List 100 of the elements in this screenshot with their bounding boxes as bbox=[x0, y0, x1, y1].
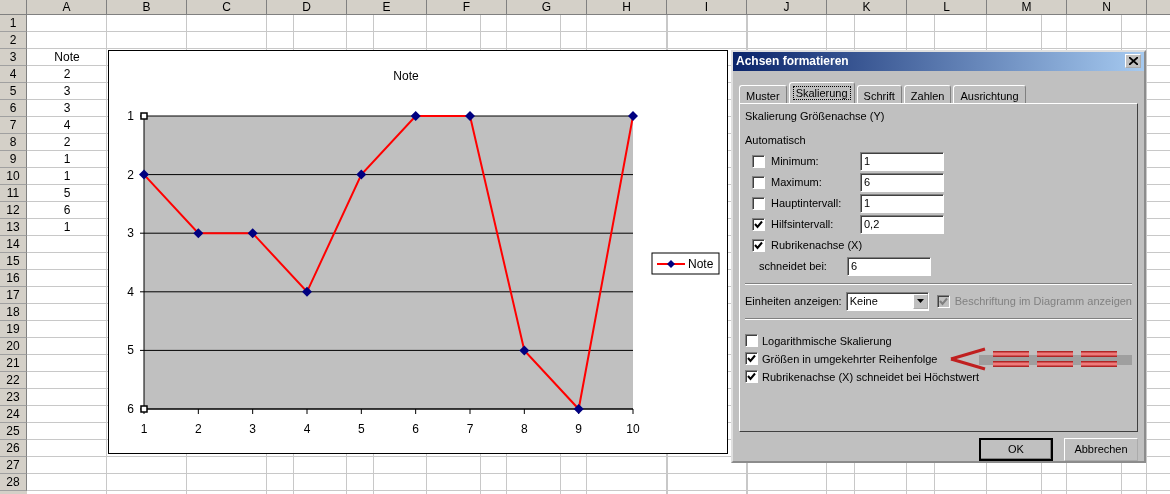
axis-label: 3 bbox=[249, 422, 256, 436]
ok-button[interactable]: OK bbox=[979, 438, 1053, 461]
row-header[interactable]: 10 bbox=[0, 168, 27, 185]
row-header[interactable]: 17 bbox=[0, 287, 27, 304]
row-header[interactable]: 21 bbox=[0, 355, 27, 372]
axis-label: 2 bbox=[195, 422, 202, 436]
cancel-button[interactable]: Abbrechen bbox=[1064, 438, 1138, 461]
row-header[interactable]: 6 bbox=[0, 100, 27, 117]
data-point bbox=[139, 169, 149, 180]
legend-key-icon bbox=[656, 260, 686, 268]
column-header[interactable]: F bbox=[427, 0, 507, 15]
row-header[interactable]: 28 bbox=[0, 474, 27, 491]
input-field[interactable]: 0,2 bbox=[860, 214, 944, 234]
checkbox[interactable] bbox=[745, 352, 758, 366]
column-header[interactable]: D bbox=[267, 0, 347, 15]
column-header[interactable]: J bbox=[747, 0, 827, 15]
tab[interactable]: Skalierung bbox=[788, 81, 855, 103]
tab[interactable]: Zahlen bbox=[903, 84, 952, 103]
row-header[interactable]: 4 bbox=[0, 66, 27, 83]
units-dropdown[interactable]: Keine bbox=[845, 291, 929, 311]
checkbox[interactable] bbox=[752, 217, 765, 231]
row-header[interactable]: 23 bbox=[0, 389, 27, 406]
table-cell-text: 1 bbox=[62, 168, 72, 185]
row-header[interactable]: 3 bbox=[0, 49, 27, 66]
row-header[interactable]: 25 bbox=[0, 423, 27, 440]
column-header[interactable]: C bbox=[187, 0, 267, 15]
tab[interactable]: Muster bbox=[739, 84, 787, 103]
row-header[interactable]: 27 bbox=[0, 457, 27, 474]
row-header[interactable]: 16 bbox=[0, 270, 27, 287]
column-header[interactable]: A bbox=[27, 0, 107, 15]
field-label: Rubrikenachse (X) bbox=[771, 238, 863, 254]
data-point bbox=[465, 111, 475, 121]
tab[interactable]: Schrift bbox=[856, 84, 902, 103]
select-all-corner[interactable] bbox=[0, 0, 27, 15]
axis-label: 4 bbox=[127, 284, 134, 299]
checkbox[interactable] bbox=[752, 175, 765, 189]
input-field[interactable]: 1 bbox=[860, 193, 944, 213]
axis-label: 1 bbox=[127, 109, 134, 123]
row-header[interactable]: 19 bbox=[0, 321, 27, 338]
data-point bbox=[356, 169, 367, 180]
close-button[interactable] bbox=[1125, 54, 1141, 69]
column-header[interactable]: M bbox=[987, 0, 1067, 15]
selection-handle[interactable] bbox=[140, 112, 148, 120]
row-header[interactable]: 5 bbox=[0, 83, 27, 100]
axis-label: 6 bbox=[127, 402, 134, 416]
checkbox[interactable] bbox=[752, 196, 765, 210]
legend-box[interactable] bbox=[651, 252, 720, 275]
table-cell-text: 1 bbox=[62, 151, 72, 168]
row-header[interactable]: 15 bbox=[0, 253, 27, 270]
column-header[interactable]: I bbox=[667, 0, 747, 15]
checkbox[interactable] bbox=[745, 370, 758, 384]
table-cell-text: 2 bbox=[62, 66, 72, 83]
row-header[interactable]: 1 bbox=[0, 15, 27, 32]
input-field[interactable]: 6 bbox=[847, 256, 931, 276]
selection-handle[interactable] bbox=[140, 405, 148, 413]
row-header[interactable]: 14 bbox=[0, 236, 27, 253]
row-header[interactable]: 26 bbox=[0, 440, 27, 457]
data-point bbox=[410, 111, 421, 121]
column-header[interactable]: K bbox=[827, 0, 907, 15]
axis-label: 9 bbox=[575, 422, 582, 436]
row-header[interactable]: 13 bbox=[0, 219, 27, 236]
data-point bbox=[302, 286, 312, 297]
input-field[interactable]: 6 bbox=[860, 172, 944, 192]
x-axis[interactable] bbox=[143, 408, 634, 415]
axis-label: 2 bbox=[127, 167, 134, 182]
axis-label: 8 bbox=[521, 422, 528, 436]
checkbox-label: Logarithmische Skalierung bbox=[762, 333, 892, 349]
row-header[interactable]: 8 bbox=[0, 134, 27, 151]
data-point bbox=[247, 228, 258, 239]
column-header[interactable]: G bbox=[507, 0, 587, 15]
chart-area[interactable]: Note 1 2 3 4 5 6 1 2 3 4 5 6 7 8 9 10 Note bbox=[108, 50, 728, 454]
input-field[interactable]: 1 bbox=[860, 151, 944, 171]
legend-label: Note bbox=[688, 257, 714, 271]
axis-label: 7 bbox=[466, 422, 474, 436]
checkbox[interactable] bbox=[752, 154, 765, 168]
header-strip bbox=[1147, 0, 1170, 15]
column-header[interactable]: N bbox=[1067, 0, 1147, 15]
table-cell-text: 5 bbox=[62, 185, 72, 202]
column-header[interactable]: H bbox=[587, 0, 667, 15]
checkbox-label: Rubrikenachse (X) schneidet bei Höchstwert bbox=[762, 369, 980, 385]
row-header[interactable]: 12 bbox=[0, 202, 27, 219]
row-header[interactable]: 24 bbox=[0, 406, 27, 423]
row-header[interactable]: 2 bbox=[0, 32, 27, 49]
row-header[interactable]: 9 bbox=[0, 151, 27, 168]
column-header[interactable]: E bbox=[347, 0, 427, 15]
row-header[interactable]: 11 bbox=[0, 185, 27, 202]
checkbox[interactable] bbox=[752, 238, 765, 252]
column-header[interactable]: L bbox=[907, 0, 987, 15]
row-header[interactable]: 22 bbox=[0, 372, 27, 389]
row-header[interactable]: 20 bbox=[0, 338, 27, 355]
axis-label: 5 bbox=[127, 343, 134, 358]
row-header[interactable]: 7 bbox=[0, 117, 27, 134]
table-cell-text: 2 bbox=[62, 134, 72, 151]
tab[interactable]: Ausrichtung bbox=[953, 84, 1026, 103]
field-label: Maximum: bbox=[771, 175, 823, 191]
checkbox[interactable] bbox=[745, 334, 758, 348]
chart-title: Note bbox=[393, 69, 419, 83]
data-point bbox=[519, 345, 530, 356]
row-header[interactable]: 18 bbox=[0, 304, 27, 321]
column-header[interactable]: B bbox=[107, 0, 187, 15]
